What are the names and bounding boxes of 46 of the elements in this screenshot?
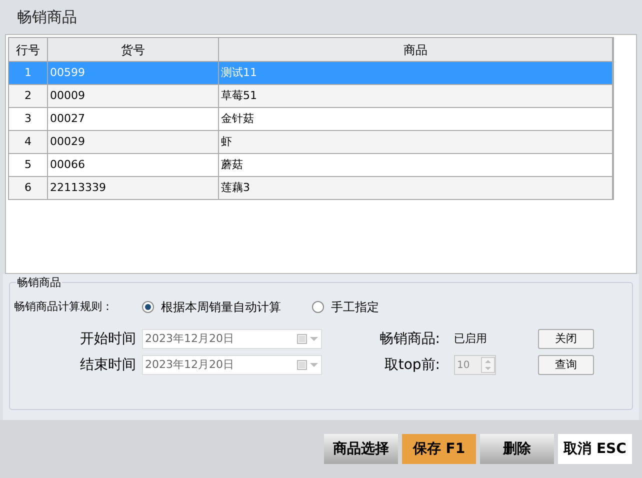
- column-header[interactable]: 商品: [219, 38, 613, 61]
- table-cell: 草莓51: [219, 85, 613, 107]
- table-row[interactable]: 5 00066 蘑菇: [8, 154, 614, 177]
- table-cell: 1: [9, 62, 48, 84]
- table-cell: 6: [9, 177, 48, 199]
- column-header[interactable]: 行号: [9, 38, 48, 61]
- status-label: 畅销商品:: [379, 330, 440, 349]
- table-row[interactable]: 4 00029 虾: [8, 131, 614, 154]
- top-label: 取top前:: [384, 356, 440, 375]
- table-row[interactable]: 2 00009 草莓51: [8, 85, 614, 108]
- action-button[interactable]: 保存 F1: [402, 434, 476, 464]
- column-header[interactable]: 货号: [48, 38, 219, 61]
- radio-option[interactable]: 手工指定: [312, 298, 379, 316]
- table-cell: 2: [9, 85, 48, 107]
- table-row[interactable]: 3 00027 金针菇: [8, 108, 614, 131]
- table-cell: 莲藕3: [219, 177, 613, 199]
- status-value: 已启用: [454, 331, 488, 347]
- table-cell: 00066: [48, 154, 219, 176]
- window-title: 畅销商品: [17, 6, 77, 28]
- action-button[interactable]: 取消 ESC: [558, 434, 632, 464]
- table-cell: 5: [9, 154, 48, 176]
- action-button[interactable]: 删除: [480, 434, 554, 464]
- query-button[interactable]: 查询: [538, 355, 594, 375]
- table-cell: 00599: [48, 62, 219, 84]
- table-cell: 00027: [48, 108, 219, 130]
- table-cell: 4: [9, 131, 48, 153]
- table-cell: 金针菇: [219, 108, 613, 130]
- start-label: 开始时间: [80, 330, 136, 349]
- action-button[interactable]: 商品选择: [324, 434, 398, 464]
- calendar-icon: [297, 360, 319, 370]
- table-cell: 蘑菇: [219, 154, 613, 176]
- date-field[interactable]: 2023年12月20日: [142, 355, 322, 375]
- table-cell: 3: [9, 108, 48, 130]
- table-cell: 测试11: [219, 62, 613, 84]
- table-cell: 虾: [219, 131, 613, 153]
- table-cell: 22113339: [48, 177, 219, 199]
- end-label: 结束时间: [80, 356, 136, 375]
- table-cell: 00009: [48, 85, 219, 107]
- table-row[interactable]: 6 22113339 莲藕3: [8, 177, 614, 200]
- date-field[interactable]: 2023年12月20日: [142, 329, 322, 349]
- calendar-icon: [297, 334, 319, 344]
- close-button[interactable]: 关闭: [538, 329, 594, 349]
- spinner-arrows-icon: [481, 357, 495, 373]
- table-cell: 00029: [48, 131, 219, 153]
- rule-label: 畅销商品计算规则：: [14, 298, 114, 315]
- radio-option[interactable]: 根据本周销量自动计算: [142, 298, 312, 316]
